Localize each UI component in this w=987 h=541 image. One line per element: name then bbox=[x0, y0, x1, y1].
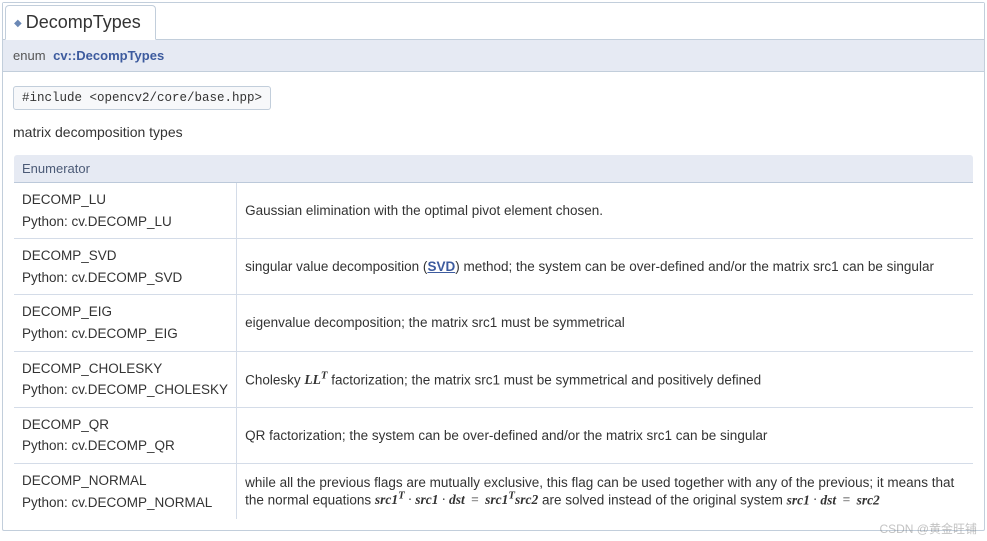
tab-strip: ◆ DecompTypes bbox=[3, 3, 984, 39]
enum-desc-cell: while all the previous flags are mutuall… bbox=[237, 463, 974, 519]
svd-link[interactable]: SVD bbox=[427, 259, 455, 274]
tab-decomptypes[interactable]: ◆ DecompTypes bbox=[5, 5, 156, 40]
signature-keyword: enum bbox=[13, 48, 46, 63]
enum-desc-cell: Cholesky LLT factorization; the matrix s… bbox=[237, 351, 974, 407]
table-row: DECOMP_EIG Python: cv.DECOMP_EIG eigenva… bbox=[14, 295, 974, 351]
enum-desc-cell: Gaussian elimination with the optimal pi… bbox=[237, 183, 974, 239]
type-description: matrix decomposition types bbox=[13, 124, 974, 140]
table-row: DECOMP_SVD Python: cv.DECOMP_SVD singula… bbox=[14, 239, 974, 295]
enum-desc-cell: QR factorization; the system can be over… bbox=[237, 407, 974, 463]
table-row: DECOMP_LU Python: cv.DECOMP_LU Gaussian … bbox=[14, 183, 974, 239]
table-row: DECOMP_NORMAL Python: cv.DECOMP_NORMAL w… bbox=[14, 463, 974, 519]
tab-title: DecompTypes bbox=[26, 12, 141, 32]
enumerator-table: Enumerator DECOMP_LU Python: cv.DECOMP_L… bbox=[13, 154, 974, 520]
table-row: DECOMP_QR Python: cv.DECOMP_QR QR factor… bbox=[14, 407, 974, 463]
enum-name-cell: DECOMP_NORMAL Python: cv.DECOMP_NORMAL bbox=[14, 463, 237, 519]
signature-link[interactable]: cv::DecompTypes bbox=[53, 48, 164, 63]
section-toggle-icon[interactable]: ◆ bbox=[14, 18, 22, 29]
content-body: #include <opencv2/core/base.hpp> matrix … bbox=[3, 72, 984, 530]
enum-name-cell: DECOMP_LU Python: cv.DECOMP_LU bbox=[14, 183, 237, 239]
include-directive: #include <opencv2/core/base.hpp> bbox=[13, 86, 271, 110]
enum-desc-cell: singular value decomposition (SVD) metho… bbox=[237, 239, 974, 295]
enum-name-cell: DECOMP_SVD Python: cv.DECOMP_SVD bbox=[14, 239, 237, 295]
enum-name-cell: DECOMP_CHOLESKY Python: cv.DECOMP_CHOLES… bbox=[14, 351, 237, 407]
table-row: DECOMP_CHOLESKY Python: cv.DECOMP_CHOLES… bbox=[14, 351, 974, 407]
enum-desc-cell: eigenvalue decomposition; the matrix src… bbox=[237, 295, 974, 351]
table-header: Enumerator bbox=[14, 155, 974, 183]
enum-name-cell: DECOMP_EIG Python: cv.DECOMP_EIG bbox=[14, 295, 237, 351]
signature-bar: enum cv::DecompTypes bbox=[3, 39, 984, 72]
enum-name-cell: DECOMP_QR Python: cv.DECOMP_QR bbox=[14, 407, 237, 463]
